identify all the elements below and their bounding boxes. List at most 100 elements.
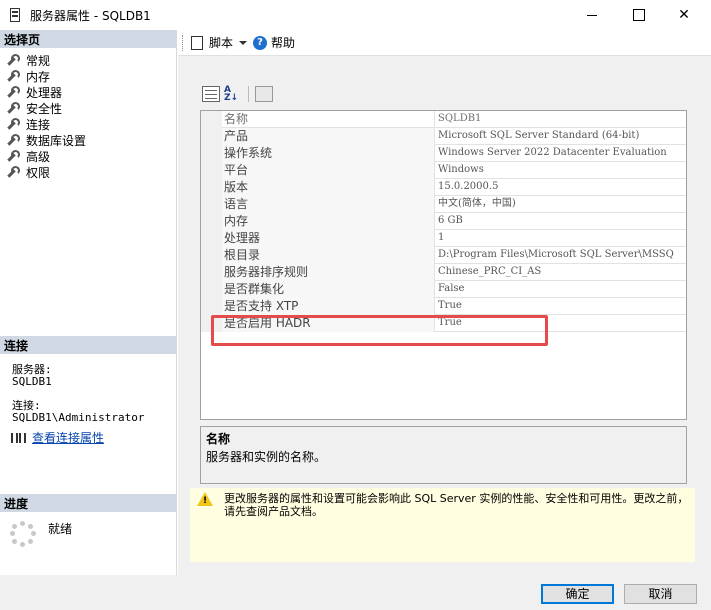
wrench-icon bbox=[6, 54, 20, 66]
property-value: 中文(简体，中国) bbox=[438, 198, 516, 209]
property-name: 是否群集化 bbox=[222, 281, 435, 298]
property-name: 内存 bbox=[222, 213, 435, 230]
window-title: 服务器属性 - SQLDB1 bbox=[30, 9, 151, 23]
nav-item-label: 内存 bbox=[26, 69, 51, 84]
grid-row[interactable]: 版本 15.0.2000.5 bbox=[201, 179, 686, 196]
view-connection-properties[interactable]: 查看连接属性 bbox=[10, 429, 104, 446]
property-name: 根目录 bbox=[222, 247, 435, 264]
nav-item-security[interactable]: 安全性 bbox=[6, 100, 86, 116]
top-toolbar: 脚本 ? 帮助 bbox=[178, 30, 711, 56]
toolbar-separator bbox=[248, 86, 249, 102]
property-name: 名称 bbox=[222, 111, 435, 128]
nav-item-label: 权限 bbox=[26, 165, 51, 180]
nav-item-label: 常规 bbox=[26, 53, 51, 68]
property-value: 15.0.2000.5 bbox=[438, 181, 499, 192]
grid-row[interactable]: 名称 SQLDB1 bbox=[201, 111, 686, 128]
cancel-button[interactable]: 取消 bbox=[624, 584, 697, 604]
nav-item-label: 连接 bbox=[26, 117, 51, 132]
property-value: D:\Program Files\Microsoft SQL Server\MS… bbox=[438, 249, 674, 260]
description-pane: 名称 服务器和实例的名称。 bbox=[200, 426, 687, 484]
nav-item-database-settings[interactable]: 数据库设置 bbox=[6, 132, 86, 148]
property-name: 语言 bbox=[222, 196, 435, 213]
property-value: Windows bbox=[438, 164, 484, 175]
property-grid: 名称 SQLDB1 产品 Microsoft SQL Server Standard… bbox=[200, 110, 687, 420]
property-pages-icon[interactable] bbox=[255, 86, 273, 102]
main-panel: 脚本 ? 帮助 A Z↓ 名称 SQLDB1 产品 Microsoft SQL Ser… bbox=[178, 30, 711, 575]
property-value: Chinese_PRC_CI_AS bbox=[438, 266, 542, 277]
server-value: SQLDB1 bbox=[12, 375, 52, 388]
property-value: 6 GB bbox=[438, 215, 463, 226]
ok-button[interactable]: 确定 bbox=[541, 584, 614, 604]
description-title: 名称 bbox=[206, 432, 231, 446]
nav-item-connections[interactable]: 连接 bbox=[6, 116, 86, 132]
title-bar: 服务器属性 - SQLDB1 ✕ bbox=[0, 0, 711, 30]
property-name: 产品 bbox=[222, 128, 435, 145]
close-button[interactable]: ✕ bbox=[661, 0, 707, 30]
grid-row[interactable]: 操作系统 Windows Server 2022 Datacenter Evalu… bbox=[201, 145, 686, 162]
property-name: 处理器 bbox=[222, 230, 435, 247]
server-icon bbox=[10, 8, 20, 22]
nav-item-label: 高级 bbox=[26, 149, 51, 164]
property-name: 是否支持 XTP bbox=[222, 298, 435, 315]
property-value: True bbox=[438, 300, 462, 311]
grid-row[interactable]: 根目录 D:\Program Files\Microsoft SQL Server… bbox=[201, 247, 686, 264]
help-button[interactable]: 帮助 bbox=[271, 34, 295, 51]
warning-box: 更改服务器的属性和设置可能会影响此 SQL Server 实例的性能、安全性和可… bbox=[190, 488, 695, 562]
connection-value: SQLDB1\Administrator bbox=[12, 411, 145, 424]
property-value: SQLDB1 bbox=[438, 113, 482, 124]
wrench-icon bbox=[6, 70, 20, 82]
nav-item-memory[interactable]: 内存 bbox=[6, 68, 86, 84]
wrench-icon bbox=[6, 166, 20, 178]
select-page-header: 选择页 bbox=[0, 30, 176, 48]
nav-item-permissions[interactable]: 权限 bbox=[6, 164, 86, 180]
grid-row[interactable]: 平台 Windows bbox=[201, 162, 686, 179]
property-name: 平台 bbox=[222, 162, 435, 179]
grid-row[interactable]: 是否群集化 False bbox=[201, 281, 686, 298]
categorized-icon[interactable] bbox=[202, 86, 220, 102]
sort-alphabetical-icon[interactable]: A Z↓ bbox=[224, 86, 242, 103]
progress-status: 就绪 bbox=[48, 522, 73, 536]
progress-header: 进度 bbox=[0, 494, 176, 512]
toolbar-grip bbox=[182, 34, 185, 51]
property-name: 服务器排序规则 bbox=[222, 264, 435, 281]
connection-info: 服务器: SQLDB1 连接: SQLDB1\Administrator bbox=[12, 364, 144, 424]
grid-row[interactable]: 产品 Microsoft SQL Server Standard (64-bit) bbox=[201, 128, 686, 145]
hadr-highlight-box bbox=[211, 315, 548, 346]
grid-row[interactable]: 语言 中文(简体，中国) bbox=[201, 196, 686, 213]
wrench-icon bbox=[6, 86, 20, 98]
view-connection-properties-link[interactable]: 查看连接属性 bbox=[32, 429, 104, 446]
property-name: 操作系统 bbox=[222, 145, 435, 162]
wrench-icon bbox=[6, 150, 20, 162]
connection-properties-icon bbox=[10, 432, 26, 444]
grid-row[interactable]: 处理器 1 bbox=[201, 230, 686, 247]
nav-item-label: 处理器 bbox=[26, 85, 63, 100]
property-value: False bbox=[438, 283, 465, 294]
nav-item-general[interactable]: 常规 bbox=[6, 52, 86, 68]
nav-item-label: 数据库设置 bbox=[26, 133, 87, 148]
chevron-down-icon[interactable] bbox=[239, 40, 248, 45]
help-icon: ? bbox=[253, 35, 268, 50]
warning-text: 更改服务器的属性和设置可能会影响此 SQL Server 实例的性能、安全性和可… bbox=[224, 492, 689, 518]
dialog-footer: 确定 取消 bbox=[0, 575, 711, 610]
minimize-button[interactable] bbox=[569, 0, 615, 30]
wrench-icon bbox=[6, 102, 20, 114]
left-panel: 选择页 常规 内存 处理器 安全性 连接 数据库设置 高级 权限 连接 服务器:… bbox=[0, 30, 177, 575]
grid-row[interactable]: 服务器排序规则 Chinese_PRC_CI_AS bbox=[201, 264, 686, 281]
property-value: Windows Server 2022 Datacenter Evaluatio… bbox=[438, 147, 667, 158]
property-name: 版本 bbox=[222, 179, 435, 196]
nav-item-processors[interactable]: 处理器 bbox=[6, 84, 86, 100]
connection-header: 连接 bbox=[0, 336, 176, 354]
description-text: 服务器和实例的名称。 bbox=[206, 450, 327, 464]
nav-item-label: 安全性 bbox=[26, 101, 63, 116]
maximize-button[interactable] bbox=[615, 0, 661, 30]
property-value: 1 bbox=[438, 232, 445, 243]
script-button[interactable]: 脚本 bbox=[209, 34, 233, 51]
grid-row[interactable]: 是否支持 XTP True bbox=[201, 298, 686, 315]
nav-item-advanced[interactable]: 高级 bbox=[6, 148, 86, 164]
grid-toolbar: A Z↓ bbox=[202, 86, 273, 103]
page-nav: 常规 内存 处理器 安全性 连接 数据库设置 高级 权限 bbox=[6, 52, 86, 180]
script-icon bbox=[191, 35, 203, 50]
wrench-icon bbox=[6, 134, 20, 146]
wrench-icon bbox=[6, 118, 20, 130]
grid-row[interactable]: 内存 6 GB bbox=[201, 213, 686, 230]
